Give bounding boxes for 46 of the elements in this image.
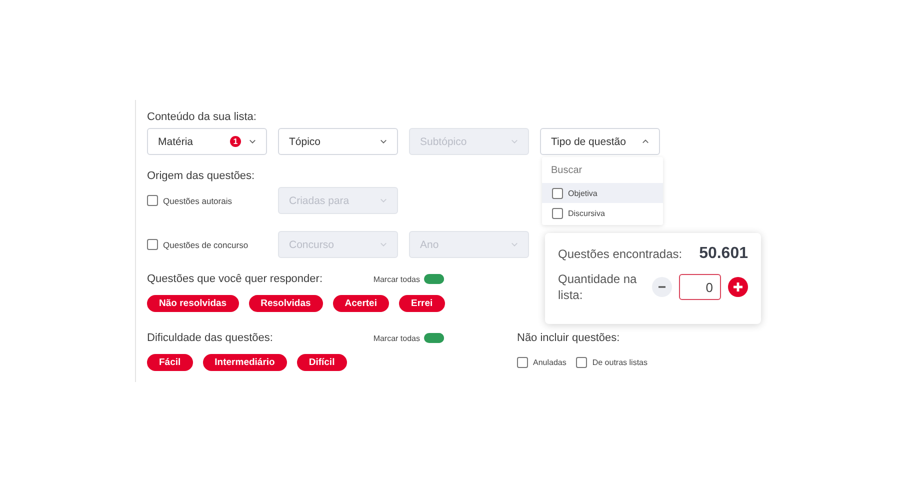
filter-chip[interactable]: Não resolvidas	[147, 295, 239, 312]
filter-chip[interactable]: Errei	[398, 295, 445, 312]
toggle-switch[interactable]	[424, 333, 444, 343]
checkbox-label: De outras listas	[592, 358, 648, 367]
chevron-down-icon	[511, 139, 518, 144]
toggle-label: Marcar todas	[373, 274, 420, 284]
quantity-label: Quantidade na lista:	[558, 271, 638, 303]
filter-chip[interactable]: Intermediário	[202, 354, 287, 371]
minus-icon[interactable]	[652, 277, 672, 297]
count-badge: 1	[230, 136, 241, 147]
quantity-field[interactable]: 0	[679, 274, 721, 300]
toggle-label: Marcar todas	[373, 334, 420, 342]
filter-chip[interactable]: Difícil	[296, 354, 347, 371]
chevron-down-icon	[380, 139, 387, 144]
checkbox-label: Questões de concurso	[163, 240, 248, 250]
select-field[interactable]: Tópico	[278, 128, 398, 155]
select-field[interactable]: Tipo de questão	[540, 128, 660, 155]
found-label: Questões encontradas:	[558, 246, 682, 262]
checkbox-label: Questões autorais	[163, 196, 232, 206]
chevron-down-icon	[380, 242, 387, 247]
chevron-down-icon	[511, 242, 518, 247]
chevron-down-icon	[380, 198, 387, 203]
filter-chip[interactable]: Resolvidas	[248, 295, 323, 312]
menu-option[interactable]: Objetiva	[542, 183, 663, 203]
checkbox[interactable]	[576, 357, 588, 368]
search-field[interactable]: Buscar	[542, 157, 663, 183]
checkbox[interactable]	[147, 239, 158, 250]
section-label: Conteúdo da sua lista:	[147, 110, 256, 124]
menu-option[interactable]: Discursiva	[542, 203, 663, 223]
toggle-switch[interactable]	[424, 274, 444, 284]
checkbox[interactable]	[147, 195, 158, 206]
checkbox-label: Anuladas	[533, 358, 566, 367]
checkbox[interactable]	[552, 188, 563, 198]
checkbox[interactable]	[552, 208, 563, 218]
section-label: Questões que você quer responder:	[147, 272, 323, 286]
select-field[interactable]: Matéria 1	[147, 128, 267, 155]
filter-chip[interactable]: Acertei	[332, 295, 389, 312]
found-count: 50.601	[699, 245, 748, 263]
section-label: Não incluir questões:	[517, 331, 620, 345]
chevron-up-icon	[642, 139, 649, 144]
section-label: Dificuldade das questões:	[147, 331, 273, 345]
plus-icon[interactable]	[728, 277, 748, 297]
checkbox[interactable]	[517, 357, 528, 368]
filter-chip[interactable]: Fácil	[147, 354, 193, 371]
section-label: Origem das questões:	[147, 169, 255, 183]
chevron-down-icon	[249, 139, 256, 144]
